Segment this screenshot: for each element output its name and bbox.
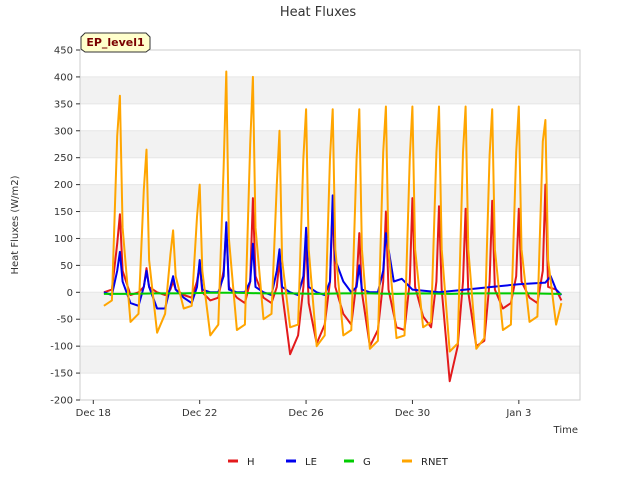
y-tick-label: -100 (50, 342, 73, 353)
x-tick-label: Dec 30 (395, 408, 430, 419)
ep-level-badge-label: EP_level1 (86, 36, 144, 49)
legend-label-h: H (247, 457, 255, 468)
x-tick-label: Dec 26 (288, 408, 323, 419)
y-axis-ticks: -200 -150 -100 -50 0 50 100 150 200 250 300 350 400 4… (50, 46, 80, 407)
legend: H LE G RNET (228, 457, 449, 468)
background-band (80, 346, 580, 374)
x-tick-label: Dec 18 (76, 408, 111, 419)
y-tick-label: 350 (54, 99, 73, 110)
heat-fluxes-chart: -200 -150 -100 -50 0 50 100 150 200 250 300 350 400 4… (10, 5, 581, 468)
plot-background-bands (80, 49, 580, 401)
y-tick-label: -50 (57, 315, 73, 326)
y-tick-label: 450 (54, 46, 73, 57)
series-lines (103, 70, 563, 383)
y-tick-label: 150 (54, 207, 73, 218)
y-tick-label: 50 (60, 261, 73, 272)
series-line-g (103, 291, 562, 295)
y-tick-label: -200 (50, 396, 73, 407)
ep-level-badge: EP_level1 (80, 32, 151, 53)
legend-label-rnet: RNET (421, 457, 449, 468)
x-tick-label: Dec 22 (182, 408, 217, 419)
x-axis-label: Time (553, 425, 578, 436)
background-band (80, 76, 580, 104)
y-tick-label: -150 (50, 369, 73, 380)
x-tick-label: Jan 3 (505, 408, 531, 419)
x-axis-ticks: Dec 18 Dec 22 Dec 26 Dec 30 Jan 3 (76, 400, 531, 419)
y-tick-label: 400 (54, 72, 73, 83)
y-tick-label: 0 (67, 288, 73, 299)
y-tick-label: 200 (54, 180, 73, 191)
y-axis-label: Heat Fluxes (W/m2) (10, 175, 21, 274)
y-tick-label: 250 (54, 153, 73, 164)
legend-label-le: LE (305, 457, 317, 468)
y-tick-label: 100 (54, 234, 73, 245)
chart-title: Heat Fluxes (280, 5, 357, 20)
y-tick-label: 300 (54, 126, 73, 137)
legend-label-g: G (363, 457, 371, 468)
